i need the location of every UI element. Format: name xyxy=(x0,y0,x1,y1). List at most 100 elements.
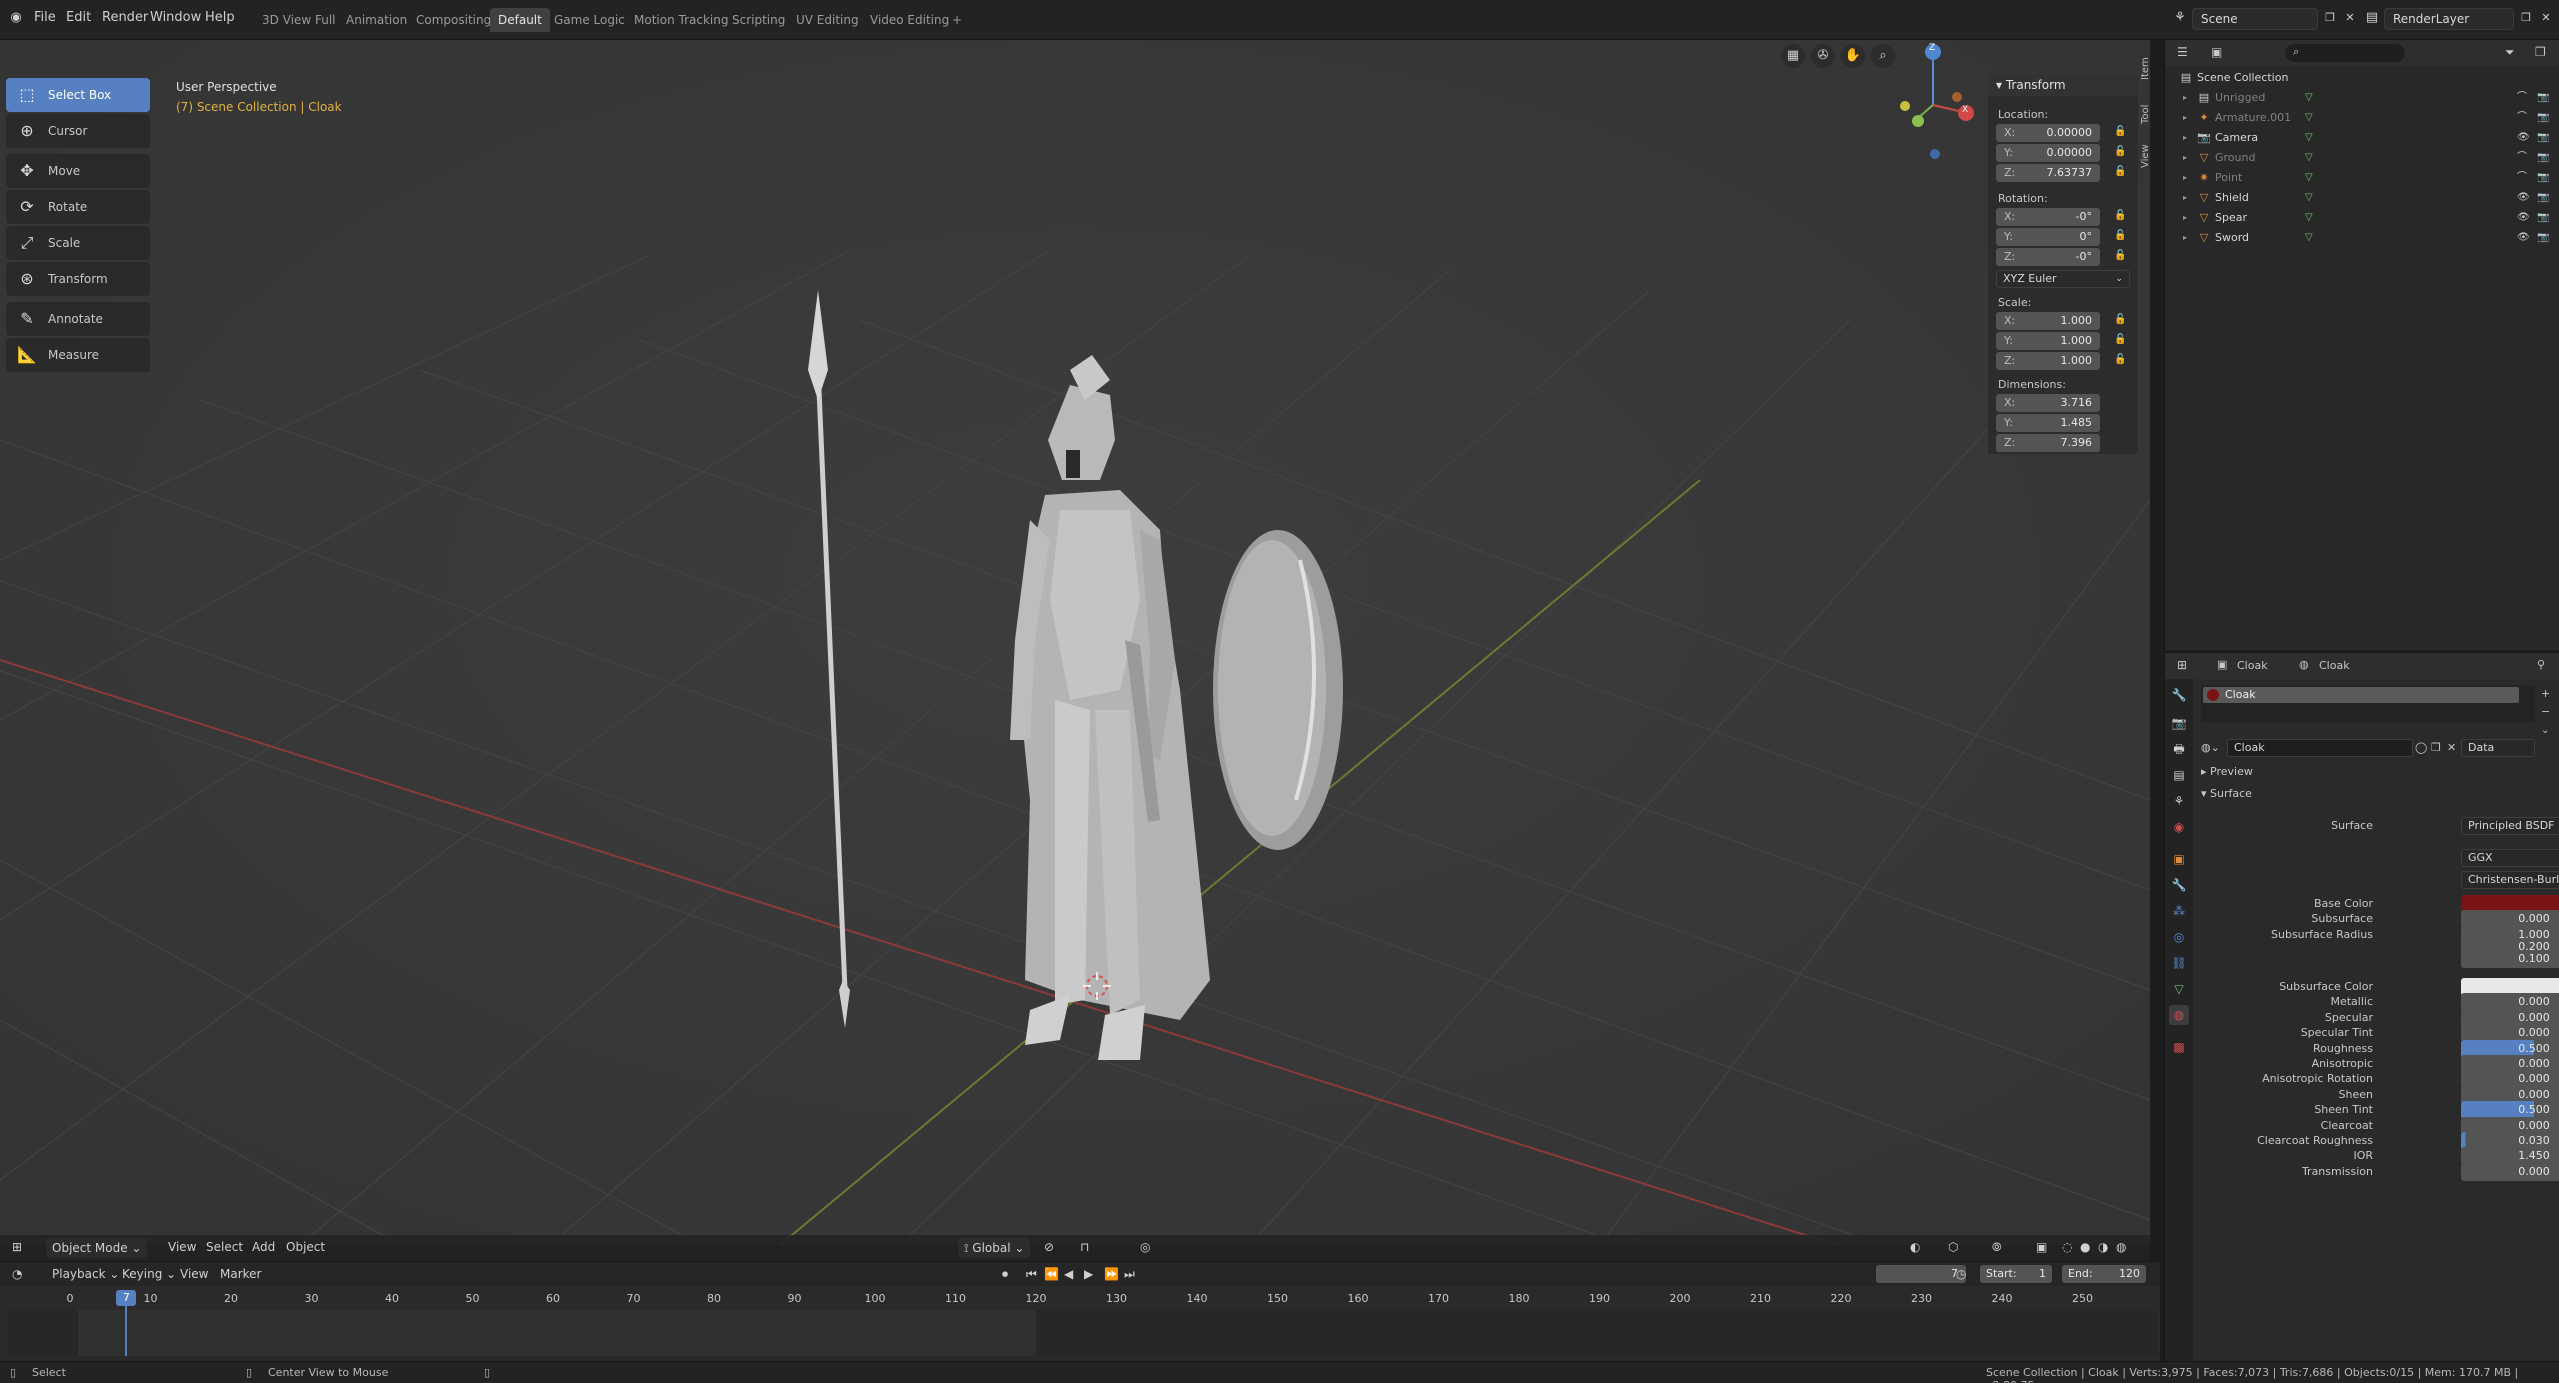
tab-output-icon[interactable]: 🖶 xyxy=(2169,739,2189,759)
tool-move[interactable]: ✥ Move xyxy=(6,154,150,188)
visibility-eye-icon[interactable]: 👁 xyxy=(2517,208,2530,228)
outliner-item[interactable]: ▸ ✦ Armature.001 ▽ ⌒ 📷 xyxy=(2165,108,2559,128)
distribution-select[interactable]: GGX xyxy=(2461,849,2559,867)
outliner-item[interactable]: ▸ ▤ Unrigged ▽ ⌒ 📷 xyxy=(2165,88,2559,108)
tab-data-icon[interactable]: ▽ xyxy=(2169,979,2189,999)
next-keyframe-icon[interactable]: ⏩ xyxy=(1104,1267,1119,1281)
subsurface-method-select[interactable]: Christensen-Burley xyxy=(2461,871,2559,889)
expand-arrow-icon[interactable]: ▸ xyxy=(2183,148,2187,168)
lock-icon[interactable]: 🔓 xyxy=(2114,166,2126,177)
tab-default[interactable]: Default xyxy=(490,8,550,32)
pin-icon[interactable]: ⚲ xyxy=(2537,658,2545,671)
lock-icon[interactable]: 🔓 xyxy=(2114,126,2126,137)
play-icon[interactable]: ▶ xyxy=(1084,1267,1093,1281)
add-workspace-button[interactable]: + xyxy=(944,8,970,32)
add-slot-icon[interactable]: + xyxy=(2541,687,2550,700)
render-camera-icon[interactable]: 📷 xyxy=(2537,208,2549,228)
data-icon[interactable]: ▽ xyxy=(2305,208,2313,228)
zoom-icon[interactable]: ⌕ xyxy=(1871,44,1895,68)
visibility-eye-icon[interactable]: 👁 xyxy=(2517,188,2530,208)
shading-material-icon[interactable]: ◑ xyxy=(2098,1240,2108,1254)
transform-panel-header[interactable]: ▾ Transform xyxy=(1988,74,2138,96)
jump-start-icon[interactable]: ⏮ xyxy=(1026,1267,1037,1282)
shading-rendered-icon[interactable]: ◍ xyxy=(2116,1240,2126,1254)
prev-keyframe-icon[interactable]: ⏪ xyxy=(1044,1267,1059,1281)
breadcrumb-material[interactable]: Cloak xyxy=(2319,659,2350,672)
data-icon[interactable]: ▽ xyxy=(2305,168,2313,188)
rotation-x-field[interactable]: X: -0° xyxy=(1996,208,2100,226)
lock-icon[interactable]: 🔓 xyxy=(2114,334,2126,345)
unlink-material-icon[interactable]: ✕ xyxy=(2447,741,2456,754)
outliner-search-input[interactable]: ⌕ xyxy=(2285,44,2405,62)
visibility-eye-icon[interactable]: 👁 xyxy=(2517,128,2530,148)
tab-motion-tracking[interactable]: Motion Tracking xyxy=(626,8,736,32)
menu-edit[interactable]: Edit xyxy=(66,10,91,25)
new-collection-icon[interactable]: ❐ xyxy=(2535,45,2546,59)
lock-icon[interactable]: 🔓 xyxy=(2114,314,2126,325)
data-icon[interactable]: ▽ xyxy=(2305,108,2313,128)
tab-scene-icon[interactable]: ⚘ xyxy=(2169,791,2189,811)
timeline-editor-icon[interactable]: ◔ xyxy=(12,1267,22,1281)
gizmo-toggle-icon[interactable]: ⬡ xyxy=(1948,1240,1958,1254)
playhead-frame-indicator[interactable]: 7 xyxy=(116,1290,137,1306)
preview-panel-header[interactable]: ▸ Preview xyxy=(2201,765,2253,778)
menu-keying[interactable]: Keying ⌄ xyxy=(122,1267,176,1281)
sidebar-tab-item[interactable]: Item xyxy=(2140,40,2150,80)
surface-panel-header[interactable]: ▾ Surface xyxy=(2201,787,2252,800)
menu-render[interactable]: Render xyxy=(102,10,148,25)
shield-model[interactable] xyxy=(1213,530,1343,850)
dimensions-z-field[interactable]: Z: 7.396 xyxy=(1996,434,2100,452)
rotation-z-field[interactable]: Z: -0° xyxy=(1996,248,2100,266)
current-frame-field[interactable]: 7 xyxy=(1876,1265,1966,1283)
tool-transform[interactable]: ⊛ Transform xyxy=(6,262,150,296)
camera-icon[interactable]: ✇ xyxy=(1811,44,1835,68)
location-z-field[interactable]: Z: 7.63737 xyxy=(1996,164,2100,182)
visibility-eye-icon[interactable]: ⌒ xyxy=(2517,108,2527,128)
menu-view[interactable]: View xyxy=(168,1240,196,1254)
tab-physics-icon[interactable]: ◎ xyxy=(2169,927,2189,947)
expand-arrow-icon[interactable]: ▸ xyxy=(2183,88,2187,108)
scene-field[interactable]: Scene xyxy=(2192,8,2318,30)
lock-icon[interactable]: 🔓 xyxy=(2114,250,2126,261)
outliner-item[interactable]: ▸ 📷 Camera ▽ 👁 📷 xyxy=(2165,128,2559,148)
tool-annotate[interactable]: ✎ Annotate xyxy=(6,302,150,336)
outliner-item[interactable]: ▸ ▽ Shield ▽ 👁 📷 xyxy=(2165,188,2559,208)
tool-scale[interactable]: ⤢ Scale xyxy=(6,226,150,260)
lock-icon[interactable]: 🔓 xyxy=(2114,210,2126,221)
outliner-item[interactable]: ▸ ✷ Point ▽ ⌒ 📷 xyxy=(2165,168,2559,188)
tab-constraints-icon[interactable]: ⛓ xyxy=(2169,953,2189,973)
remove-slot-icon[interactable]: − xyxy=(2541,705,2550,718)
filter-icon[interactable]: ⏷ xyxy=(2505,45,2515,60)
end-frame-field[interactable]: End: 120 xyxy=(2062,1265,2146,1283)
scale-z-field[interactable]: Z: 1.000 xyxy=(1996,352,2100,370)
tab-material-icon[interactable]: ◍ xyxy=(2169,1005,2189,1025)
toggle-camera-view-icon[interactable]: ▦ xyxy=(1781,44,1805,68)
start-frame-field[interactable]: Start: 1 xyxy=(1980,1265,2052,1283)
fake-user-icon[interactable]: ◯ xyxy=(2415,741,2427,754)
scale-y-field[interactable]: Y: 1.000 xyxy=(1996,332,2100,350)
render-layer-copy-icon[interactable]: ❐ xyxy=(2516,8,2536,28)
menu-add[interactable]: Add xyxy=(252,1240,275,1254)
object-mode-select[interactable]: Object Mode ⌄ xyxy=(46,1238,148,1258)
display-mode-icon[interactable]: ▣ xyxy=(2211,45,2222,59)
render-camera-icon[interactable]: 📷 xyxy=(2537,88,2549,108)
render-layer-close-icon[interactable]: ✕ xyxy=(2536,8,2556,28)
render-camera-icon[interactable]: 📷 xyxy=(2537,228,2549,248)
expand-arrow-icon[interactable]: ▸ xyxy=(2183,228,2187,248)
tab-3d-view-full[interactable]: 3D View Full xyxy=(254,8,344,32)
expand-arrow-icon[interactable]: ▸ xyxy=(2183,108,2187,128)
tab-scripting[interactable]: Scripting xyxy=(724,8,793,32)
property-field[interactable]: 0.000 xyxy=(2461,1163,2559,1181)
pan-hand-icon[interactable]: ✋ xyxy=(1841,44,1865,68)
expand-arrow-icon[interactable]: ▸ xyxy=(2183,168,2187,188)
material-slot-row[interactable]: Cloak xyxy=(2203,687,2519,703)
outliner-editor-icon[interactable]: ☰ xyxy=(2177,45,2188,59)
visibility-eye-icon[interactable]: ⌒ xyxy=(2517,168,2527,188)
clock-icon[interactable]: ◷ xyxy=(1956,1267,1966,1281)
tool-measure[interactable]: 📐 Measure xyxy=(6,338,150,372)
tab-world-icon[interactable]: ◉ xyxy=(2169,817,2189,837)
pivot-point-icon[interactable]: ⊘ xyxy=(1044,1240,1054,1254)
lock-icon[interactable]: 🔓 xyxy=(2114,146,2126,157)
tab-video-editing[interactable]: Video Editing xyxy=(862,8,957,32)
editor-type-icon[interactable]: ⊞ xyxy=(12,1240,22,1254)
